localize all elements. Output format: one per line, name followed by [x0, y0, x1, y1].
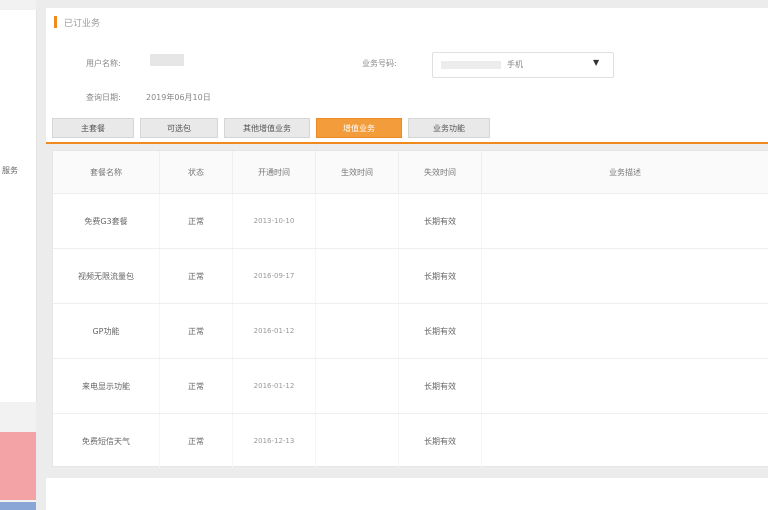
- cell-status: 正常: [159, 303, 233, 359]
- cell-start: 2016-01-12: [232, 303, 316, 359]
- sidebar: 服务: [0, 0, 37, 510]
- sidebar-promo-block[interactable]: [0, 432, 36, 500]
- cell-name: 来电显示功能: [53, 358, 160, 414]
- cell-start: 2016-09-17: [232, 248, 316, 304]
- tab-main-plan[interactable]: 主套餐: [52, 118, 134, 138]
- column-header-name: 套餐名称: [53, 151, 160, 194]
- services-table: 套餐名称 状态 开通时间 生效时间 失效时间 业务描述 免费G3套餐 正常 20…: [52, 150, 768, 469]
- business-select[interactable]: 手机 ▼: [432, 52, 614, 78]
- cell-status: 正常: [159, 413, 233, 469]
- column-header-desc: 业务描述: [481, 151, 768, 194]
- cell-status: 正常: [159, 358, 233, 414]
- tab-bar: 主套餐 可选包 其他增值业务 增值业务 业务功能: [46, 116, 768, 144]
- page-title: 已订业务: [64, 19, 101, 29]
- column-header-status: 状态: [159, 151, 233, 194]
- time-value: 2019年06月10日: [146, 93, 211, 102]
- cell-status: 正常: [159, 248, 233, 304]
- tab-value-added[interactable]: 增值业务: [316, 118, 402, 138]
- column-header-start: 开通时间: [232, 151, 316, 194]
- cell-expire: 长期有效: [398, 413, 482, 469]
- tab-underline: [46, 142, 768, 144]
- column-header-effective: 生效时间: [315, 151, 399, 194]
- business-select-value: 手机: [507, 60, 523, 69]
- table-row[interactable]: GP功能 正常 2016-01-12 长期有效: [53, 303, 768, 359]
- sidebar-item-label[interactable]: 服务: [2, 165, 18, 176]
- caret-down-icon[interactable]: ▼: [593, 58, 599, 67]
- time-label: 查询日期:: [86, 93, 121, 102]
- sidebar-panel: 服务: [0, 10, 37, 402]
- cell-name: GP功能: [53, 303, 160, 359]
- table-header-row: 套餐名称 状态 开通时间 生效时间 失效时间 业务描述: [53, 151, 768, 194]
- cell-effective: [315, 193, 399, 249]
- sidebar-bottom-block: [0, 502, 36, 510]
- cell-effective: [315, 248, 399, 304]
- account-value: [150, 54, 184, 66]
- cell-name: 免费G3套餐: [53, 193, 160, 249]
- table-row[interactable]: 视频无限流量包 正常 2016-09-17 长期有效: [53, 248, 768, 304]
- cell-start: 2013-10-10: [232, 193, 316, 249]
- column-header-expire: 失效时间: [398, 151, 482, 194]
- cell-desc: [481, 413, 768, 469]
- cell-name: 免费短信天气: [53, 413, 160, 469]
- cell-expire: 长期有效: [398, 303, 482, 359]
- cell-status: 正常: [159, 193, 233, 249]
- cell-start: 2016-01-12: [232, 358, 316, 414]
- tab-optional-pack[interactable]: 可选包: [140, 118, 218, 138]
- cell-desc: [481, 248, 768, 304]
- tab-other-services[interactable]: 其他增值业务: [224, 118, 310, 138]
- cell-start: 2016-12-13: [232, 413, 316, 469]
- cell-expire: 长期有效: [398, 358, 482, 414]
- cell-effective: [315, 358, 399, 414]
- table-row[interactable]: 免费短信天气 正常 2016-12-13 长期有效: [53, 413, 768, 469]
- cell-desc: [481, 193, 768, 249]
- cell-desc: [481, 358, 768, 414]
- tab-service-features[interactable]: 业务功能: [408, 118, 490, 138]
- cell-effective: [315, 303, 399, 359]
- business-number-value: [441, 61, 501, 69]
- table-row[interactable]: 免费G3套餐 正常 2013-10-10 长期有效: [53, 193, 768, 249]
- footer-area: [46, 478, 768, 510]
- cell-expire: 长期有效: [398, 248, 482, 304]
- title-accent-bar: [54, 16, 57, 28]
- cell-name: 视频无限流量包: [53, 248, 160, 304]
- account-label: 用户名称:: [86, 59, 121, 68]
- cell-expire: 长期有效: [398, 193, 482, 249]
- business-label: 业务号码:: [362, 59, 397, 68]
- cell-effective: [315, 413, 399, 469]
- cell-desc: [481, 303, 768, 359]
- table-row[interactable]: 来电显示功能 正常 2016-01-12 长期有效: [53, 358, 768, 414]
